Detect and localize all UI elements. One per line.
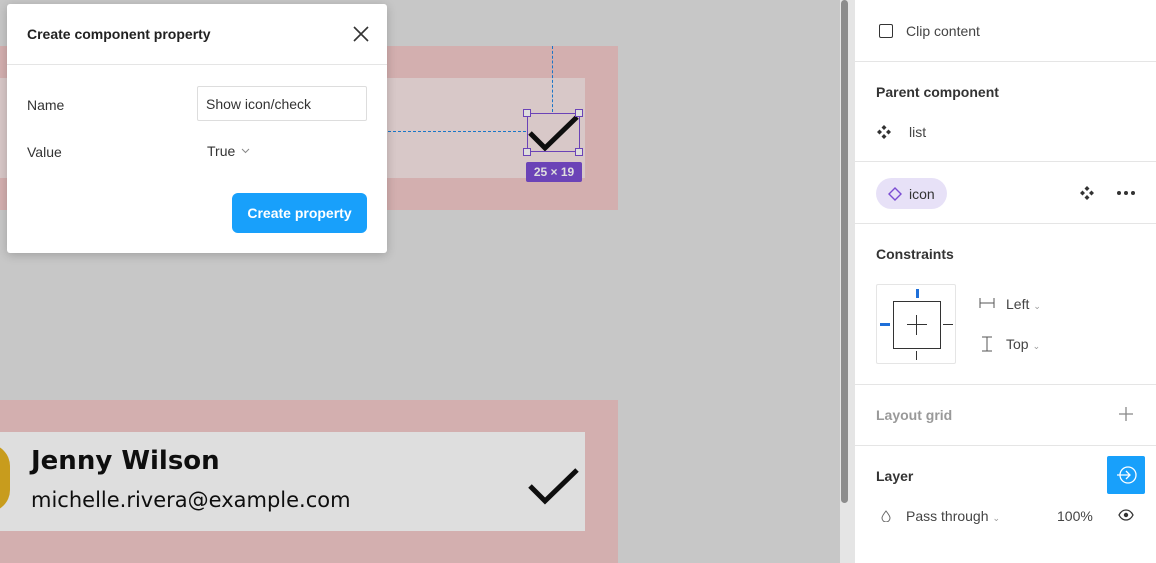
eye-icon[interactable] xyxy=(1118,509,1134,521)
value-dropdown[interactable]: True xyxy=(207,143,250,159)
dialog-header: Create component property xyxy=(7,4,387,65)
property-name-input[interactable] xyxy=(197,86,367,121)
component-icon xyxy=(877,125,891,139)
chevron-down-icon: ⌄ xyxy=(1032,341,1041,351)
chevron-down-icon: ⌄ xyxy=(992,513,1001,523)
add-layout-grid-icon[interactable] xyxy=(1119,407,1133,421)
go-to-component-icon[interactable] xyxy=(1080,186,1094,200)
clip-content-checkbox[interactable] xyxy=(879,24,893,38)
constraint-center-v[interactable] xyxy=(916,315,917,335)
create-property-button[interactable]: Create property xyxy=(232,193,367,233)
chevron-down-icon xyxy=(241,148,250,154)
horizontal-constraint-dropdown[interactable]: Left ⌄ xyxy=(1006,296,1041,312)
layout-grid-title: Layout grid xyxy=(876,407,953,423)
parent-component-link[interactable]: list xyxy=(909,124,926,140)
horizontal-constraint-value: Left xyxy=(1006,296,1030,312)
blend-mode-value: Pass through xyxy=(906,508,989,524)
clip-content-section: Clip content xyxy=(855,0,1156,62)
layer-action-button[interactable] xyxy=(1107,456,1145,494)
vertical-constraint-dropdown[interactable]: Top ⌄ xyxy=(1006,336,1040,352)
value-selected: True xyxy=(207,143,236,159)
layer-title: Layer xyxy=(876,468,914,484)
parent-component-section: Parent component list xyxy=(855,62,1156,162)
diamond-icon xyxy=(888,186,902,201)
instance-pill[interactable]: icon xyxy=(876,178,947,209)
properties-panel: Clip content Parent component list icon … xyxy=(854,0,1156,563)
close-icon[interactable] xyxy=(351,24,371,44)
constraint-right[interactable] xyxy=(943,324,953,325)
vertical-constraint-icon xyxy=(982,336,992,352)
constraint-center-h[interactable] xyxy=(907,324,927,325)
vertical-constraint-value: Top xyxy=(1006,336,1029,352)
constraint-widget[interactable] xyxy=(876,284,956,364)
blend-mode-dropdown[interactable]: Pass through ⌄ xyxy=(906,508,1000,524)
layout-grid-section: Layout grid xyxy=(855,385,1156,446)
create-property-dialog: Create component property Name Value Tru… xyxy=(7,4,387,253)
more-options-icon[interactable] xyxy=(1116,190,1136,196)
constraint-top-active[interactable] xyxy=(916,289,919,298)
chevron-down-icon: ⌄ xyxy=(1033,301,1041,311)
name-label: Name xyxy=(27,97,65,113)
constraints-title: Constraints xyxy=(876,246,954,262)
instance-pill-label: icon xyxy=(909,185,935,202)
value-label: Value xyxy=(27,144,62,160)
constraint-inner-box xyxy=(893,301,941,349)
canvas-scrollbar[interactable] xyxy=(841,0,848,503)
clip-content-label: Clip content xyxy=(906,23,980,39)
parent-component-title: Parent component xyxy=(876,84,999,100)
arrow-into-icon xyxy=(1117,466,1137,484)
constraint-bottom[interactable] xyxy=(916,351,917,360)
constraint-left-active[interactable] xyxy=(880,323,890,326)
horizontal-constraint-icon xyxy=(979,298,995,308)
blend-drop-icon xyxy=(881,510,891,522)
dialog-title: Create component property xyxy=(27,26,211,42)
opacity-input[interactable]: 100% xyxy=(1057,508,1093,524)
